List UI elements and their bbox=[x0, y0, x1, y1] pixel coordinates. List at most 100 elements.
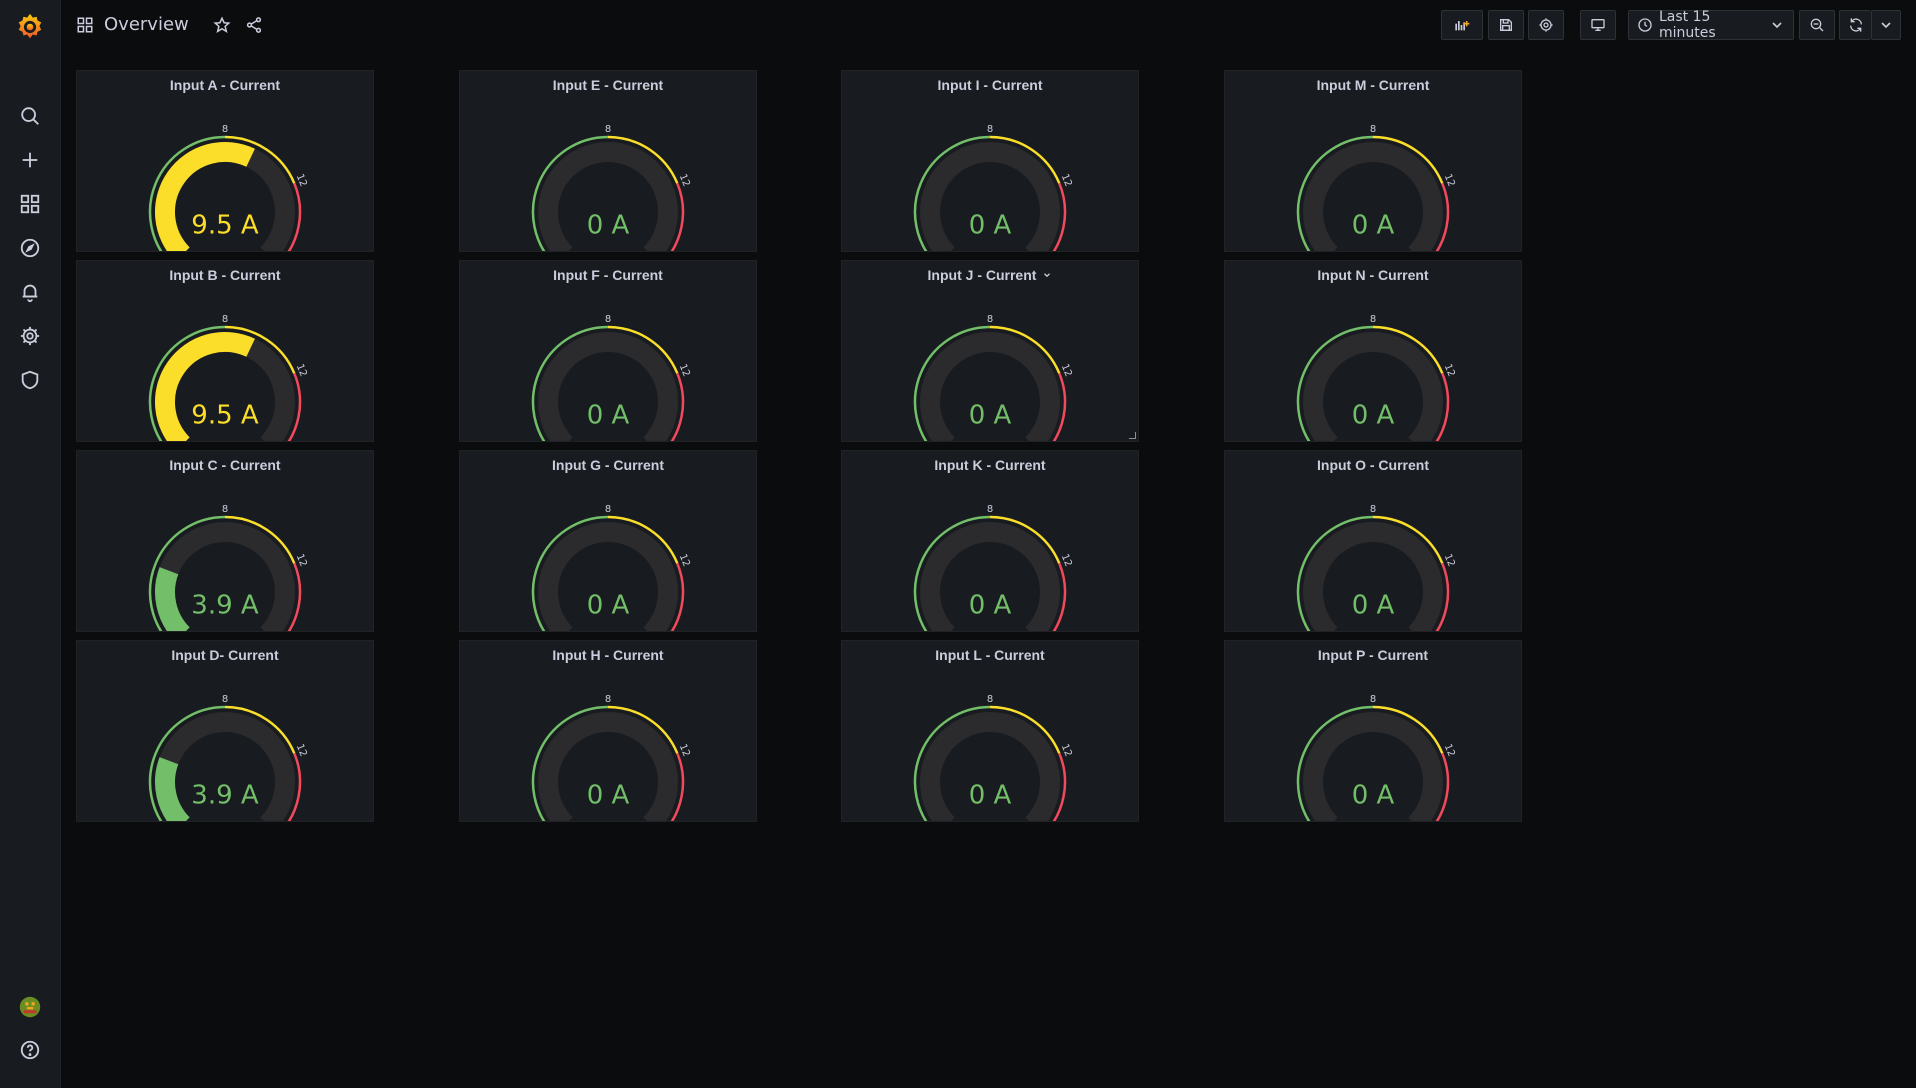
gauge-value-text: 0 A bbox=[1352, 781, 1395, 811]
panel-title-text: Input E - Current bbox=[552, 77, 664, 93]
panel-title-text: Input J - Current bbox=[927, 267, 1037, 283]
time-range-picker[interactable]: Last 15 minutes bbox=[1628, 9, 1794, 41]
gauge-chart: 0812160 A bbox=[1296, 124, 1457, 251]
share-icon[interactable] bbox=[245, 16, 263, 34]
gauge-panel[interactable]: Input L - Current 0812160 A bbox=[841, 640, 1139, 822]
gauge-tick-label: 8 bbox=[222, 694, 228, 705]
gauge-chart: 0812163.9 A bbox=[148, 694, 309, 821]
gauge-chart: 0812160 A bbox=[531, 694, 692, 821]
panel-title[interactable]: Input B - Current bbox=[77, 267, 373, 283]
page-title[interactable]: Overview bbox=[104, 14, 189, 35]
gauge-chart: 0812160 A bbox=[531, 124, 692, 251]
shield-icon[interactable] bbox=[16, 366, 44, 394]
gauge-panel[interactable]: Input B - Current 0812169.5 A bbox=[76, 260, 374, 442]
gauge-tick-label: 8 bbox=[605, 124, 611, 135]
alerting-bell-icon[interactable] bbox=[16, 278, 44, 306]
panel-title[interactable]: Input G - Current bbox=[460, 457, 756, 473]
panel-title-text: Input D- Current bbox=[171, 647, 279, 663]
panel-menu-chevron-icon[interactable] bbox=[1042, 267, 1052, 283]
gauge-panel[interactable]: Input F - Current 0812160 A bbox=[459, 260, 757, 442]
save-dashboard-button[interactable] bbox=[1488, 10, 1524, 40]
panel-title-text: Input B - Current bbox=[169, 267, 281, 283]
panel-title[interactable]: Input M - Current bbox=[1225, 77, 1521, 93]
dashboard-settings-button[interactable] bbox=[1528, 10, 1564, 40]
gauge-chart: 0812160 A bbox=[1296, 694, 1457, 821]
gauge-tick-label: 8 bbox=[1370, 124, 1376, 135]
panel-title[interactable]: Input P - Current bbox=[1225, 647, 1521, 663]
refresh-interval-dropdown[interactable] bbox=[1871, 10, 1901, 40]
gauge-tick-label: 8 bbox=[222, 314, 228, 325]
gauge-chart: 0812169.5 A bbox=[148, 124, 309, 251]
gauge-panel[interactable]: Input G - Current 0812160 A bbox=[459, 450, 757, 632]
gauge-panel[interactable]: Input P - Current 0812160 A bbox=[1224, 640, 1522, 822]
avatar[interactable] bbox=[16, 993, 44, 1021]
gauge-value-text: 3.9 A bbox=[191, 781, 259, 811]
star-icon[interactable] bbox=[213, 15, 231, 34]
gauge-panel[interactable]: Input O - Current 0812160 A bbox=[1224, 450, 1522, 632]
panel-title[interactable]: Input L - Current bbox=[842, 647, 1138, 663]
gauge-value-text: 0 A bbox=[587, 401, 630, 431]
gauge-tick-label: 8 bbox=[1370, 504, 1376, 515]
explore-compass-icon[interactable] bbox=[16, 234, 44, 262]
panel-title[interactable]: Input I - Current bbox=[842, 77, 1138, 93]
gauge-panel[interactable]: Input E - Current 0812160 A bbox=[459, 70, 757, 252]
panel-title-text: Input H - Current bbox=[552, 647, 664, 663]
zoom-out-button[interactable] bbox=[1799, 10, 1835, 40]
gauge-tick-label: 8 bbox=[987, 314, 993, 325]
gauge-tick-label: 8 bbox=[987, 504, 993, 515]
panel-resize-handle[interactable] bbox=[1129, 432, 1136, 439]
panel-title[interactable]: Input C - Current bbox=[77, 457, 373, 473]
gauge-value-arc bbox=[155, 757, 190, 821]
gauge-value-text: 0 A bbox=[969, 591, 1012, 621]
panel-title-text: Input O - Current bbox=[1317, 457, 1429, 473]
gauge-value-text: 3.9 A bbox=[191, 591, 259, 621]
panel-title[interactable]: Input E - Current bbox=[460, 77, 756, 93]
gear-icon[interactable] bbox=[16, 322, 44, 350]
gauge-chart: 0812169.5 A bbox=[148, 314, 309, 441]
panel-title[interactable]: Input H - Current bbox=[460, 647, 756, 663]
gauge-value-text: 0 A bbox=[1352, 211, 1395, 241]
panel-title[interactable]: Input J - Current bbox=[842, 267, 1138, 283]
add-panel-button[interactable] bbox=[1441, 10, 1483, 40]
gauge-panel[interactable]: Input I - Current 0812160 A bbox=[841, 70, 1139, 252]
gauge-panel[interactable]: Input M - Current 0812160 A bbox=[1224, 70, 1522, 252]
gauge-tick-label: 8 bbox=[987, 124, 993, 135]
search-icon[interactable] bbox=[16, 102, 44, 130]
help-icon[interactable] bbox=[16, 1036, 44, 1064]
dashboards-icon[interactable] bbox=[16, 190, 44, 218]
gauge-panel[interactable]: Input A - Current 0812169.5 A bbox=[76, 70, 374, 252]
dashboard-grid-icon bbox=[76, 16, 94, 34]
gauge-panel[interactable]: Input C - Current 0812163.9 A bbox=[76, 450, 374, 632]
panel-title[interactable]: Input N - Current bbox=[1225, 267, 1521, 283]
gauge-chart: 0812160 A bbox=[531, 314, 692, 441]
panel-title[interactable]: Input K - Current bbox=[842, 457, 1138, 473]
gauge-chart: 0812163.9 A bbox=[148, 504, 309, 631]
panel-title-text: Input N - Current bbox=[1317, 267, 1429, 283]
gauge-tick-label: 8 bbox=[605, 694, 611, 705]
panel-title[interactable]: Input D- Current bbox=[77, 647, 373, 663]
panel-title[interactable]: Input A - Current bbox=[77, 77, 373, 93]
gauge-panel[interactable]: Input K - Current 0812160 A bbox=[841, 450, 1139, 632]
gauge-panel[interactable]: Input H - Current 0812160 A bbox=[459, 640, 757, 822]
gauge-value-text: 9.5 A bbox=[191, 401, 259, 431]
panel-title-text: Input C - Current bbox=[169, 457, 281, 473]
panel-title-text: Input I - Current bbox=[937, 77, 1043, 93]
gauge-value-text: 0 A bbox=[587, 211, 630, 241]
panel-title[interactable]: Input F - Current bbox=[460, 267, 756, 283]
gauge-chart: 0812160 A bbox=[913, 504, 1074, 631]
tv-mode-button[interactable] bbox=[1580, 10, 1616, 40]
gauge-value-text: 9.5 A bbox=[191, 211, 259, 241]
panel-title-text: Input L - Current bbox=[935, 647, 1045, 663]
panel-title-text: Input F - Current bbox=[553, 267, 663, 283]
gauge-panel[interactable]: Input D- Current 0812163.9 A bbox=[76, 640, 374, 822]
plus-icon[interactable] bbox=[16, 146, 44, 174]
gauge-panel[interactable]: Input J - Current 0812160 A bbox=[841, 260, 1139, 442]
panel-title-text: Input G - Current bbox=[552, 457, 664, 473]
gauge-value-text: 0 A bbox=[1352, 591, 1395, 621]
refresh-button[interactable] bbox=[1839, 10, 1871, 40]
gauge-value-text: 0 A bbox=[969, 781, 1012, 811]
panel-title[interactable]: Input O - Current bbox=[1225, 457, 1521, 473]
grafana-logo-icon[interactable] bbox=[14, 11, 46, 43]
gauge-panel[interactable]: Input N - Current 0812160 A bbox=[1224, 260, 1522, 442]
sidebar bbox=[0, 0, 61, 1088]
